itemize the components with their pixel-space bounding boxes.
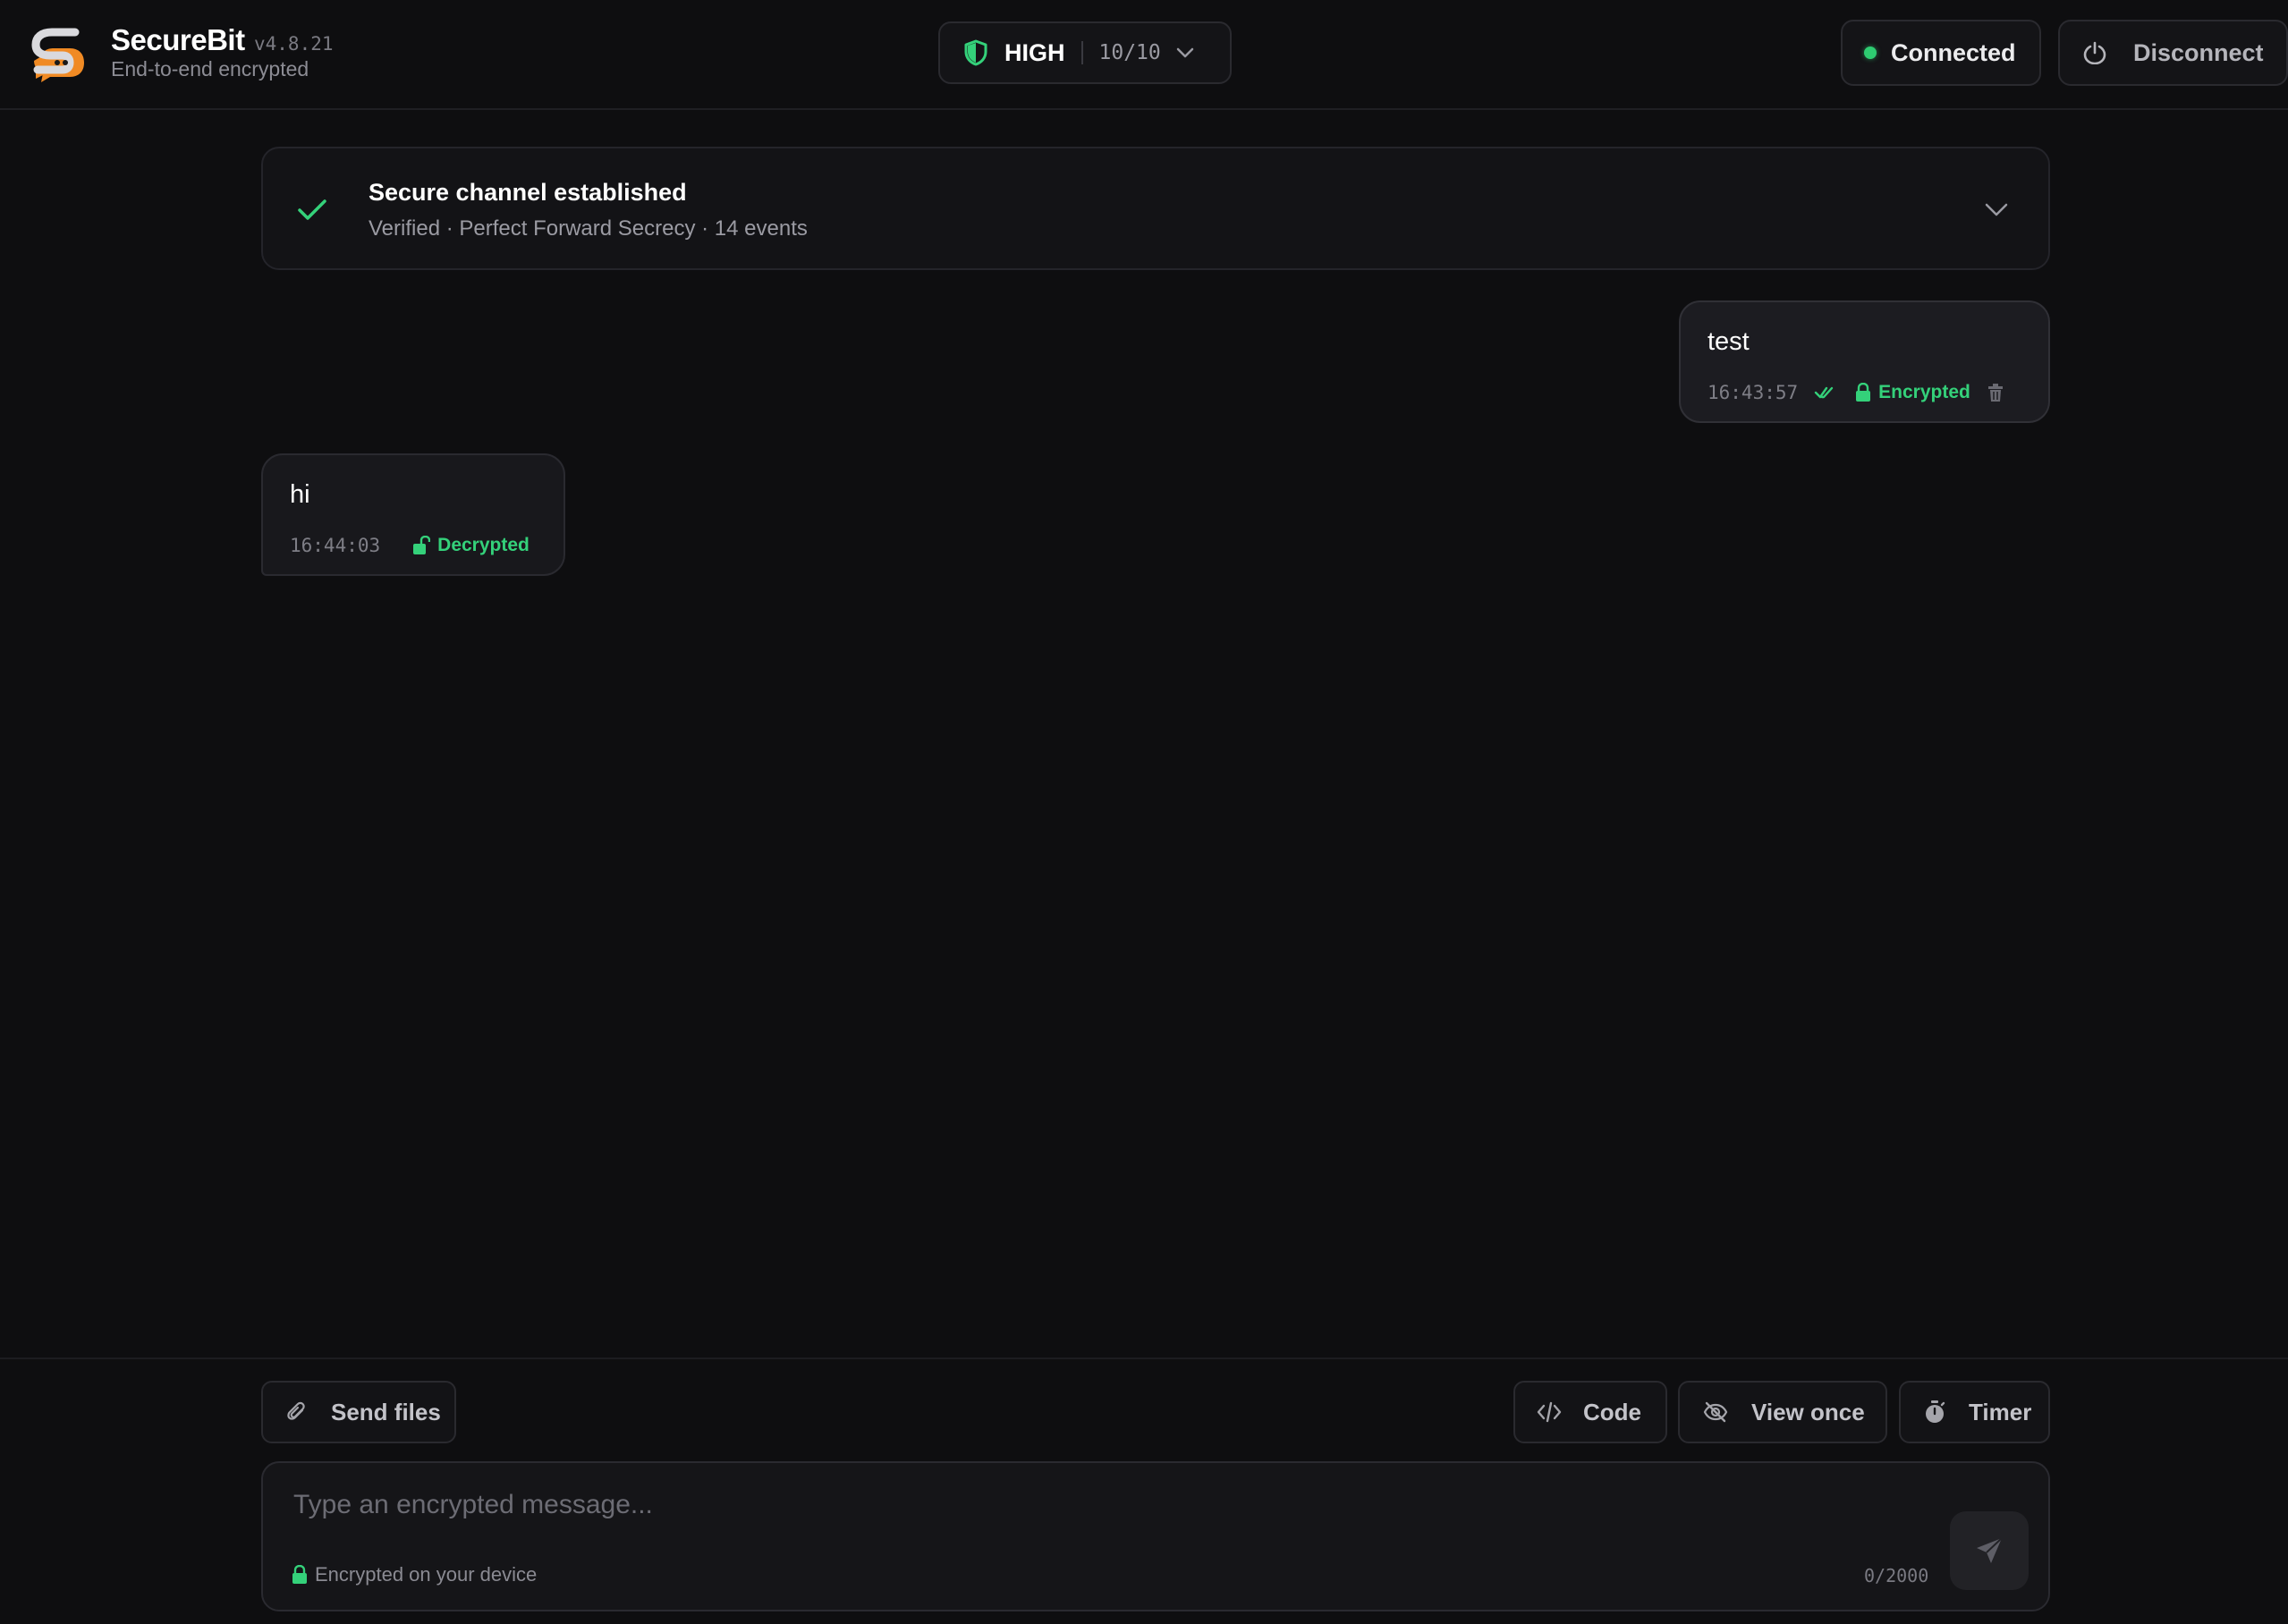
view-once-button[interactable]: View once xyxy=(1678,1381,1887,1443)
encryption-note: Encrypted on your device xyxy=(292,1563,537,1586)
composer-divider xyxy=(0,1358,2288,1359)
message-text: test xyxy=(1708,327,1750,356)
divider xyxy=(1080,41,1083,64)
banner-title: Secure channel established xyxy=(369,179,687,206)
check-icon xyxy=(298,199,326,220)
delivered-check-icon xyxy=(1814,386,1834,399)
trash-icon[interactable] xyxy=(1987,383,2004,402)
app-version: v4.8.21 xyxy=(254,33,334,55)
connection-status-button[interactable]: Connected xyxy=(1841,20,2041,86)
send-button[interactable] xyxy=(1950,1511,2029,1590)
app-subtitle: End-to-end encrypted xyxy=(111,57,309,80)
send-icon xyxy=(1977,1537,2003,1563)
message-meta: 16:43:57 Encrypted xyxy=(1708,379,2004,406)
code-icon xyxy=(1537,1401,1562,1423)
status-dot-icon xyxy=(1864,47,1877,59)
message-composer: Encrypted on your device 0/2000 xyxy=(261,1461,2050,1611)
disconnect-label: Disconnect xyxy=(2133,38,2264,66)
disconnect-button[interactable]: Disconnect xyxy=(2058,20,2288,86)
message-time: 16:44:03 xyxy=(290,535,381,556)
chevron-down-icon xyxy=(1176,47,1193,58)
power-icon xyxy=(2083,41,2106,64)
encryption-note-text: Encrypted on your device xyxy=(315,1563,538,1586)
timer-button[interactable]: Timer xyxy=(1899,1381,2050,1443)
secure-channel-banner[interactable]: Secure channel established Verified · Pe… xyxy=(261,147,2050,270)
message-input[interactable] xyxy=(292,1483,1902,1527)
app-header: SecureBit v4.8.21 End-to-end encrypted H… xyxy=(0,0,2288,110)
shield-icon xyxy=(964,39,987,66)
message-incoming[interactable]: hi 16:44:03 Decrypted xyxy=(261,453,565,576)
banner-details: Verified · Perfect Forward Secrecy · 14 … xyxy=(369,216,808,241)
code-button[interactable]: Code xyxy=(1513,1381,1667,1443)
message-outgoing[interactable]: test 16:43:57 Encrypted xyxy=(1679,300,2050,423)
security-score: 10/10 xyxy=(1098,41,1161,64)
message-status: Encrypted xyxy=(1878,382,1970,402)
message-time: 16:43:57 xyxy=(1708,382,1799,403)
security-level: HIGH xyxy=(1004,38,1065,66)
stopwatch-icon xyxy=(1926,1400,1945,1423)
app-name: SecureBit xyxy=(111,23,245,56)
character-counter: 0/2000 xyxy=(1864,1565,1929,1586)
code-label: Code xyxy=(1583,1398,1641,1425)
timer-label: Timer xyxy=(1969,1398,2032,1425)
view-once-label: View once xyxy=(1751,1398,1865,1425)
securebit-logo xyxy=(31,28,84,82)
paperclip-icon xyxy=(287,1401,305,1420)
lock-icon xyxy=(292,1565,307,1584)
send-files-label: Send files xyxy=(331,1398,441,1425)
security-level-dropdown[interactable]: HIGH 10/10 xyxy=(938,21,1232,84)
connection-status: Connected xyxy=(1891,38,2016,66)
send-files-button[interactable]: Send files xyxy=(261,1381,456,1443)
unlock-icon xyxy=(413,536,431,554)
message-meta: 16:44:03 Decrypted xyxy=(290,532,530,559)
eye-off-icon xyxy=(1703,1401,1728,1423)
lock-icon xyxy=(1856,383,1871,402)
message-text: hi xyxy=(290,480,310,509)
message-status: Decrypted xyxy=(437,535,530,555)
chevron-down-icon[interactable] xyxy=(1984,202,2009,218)
